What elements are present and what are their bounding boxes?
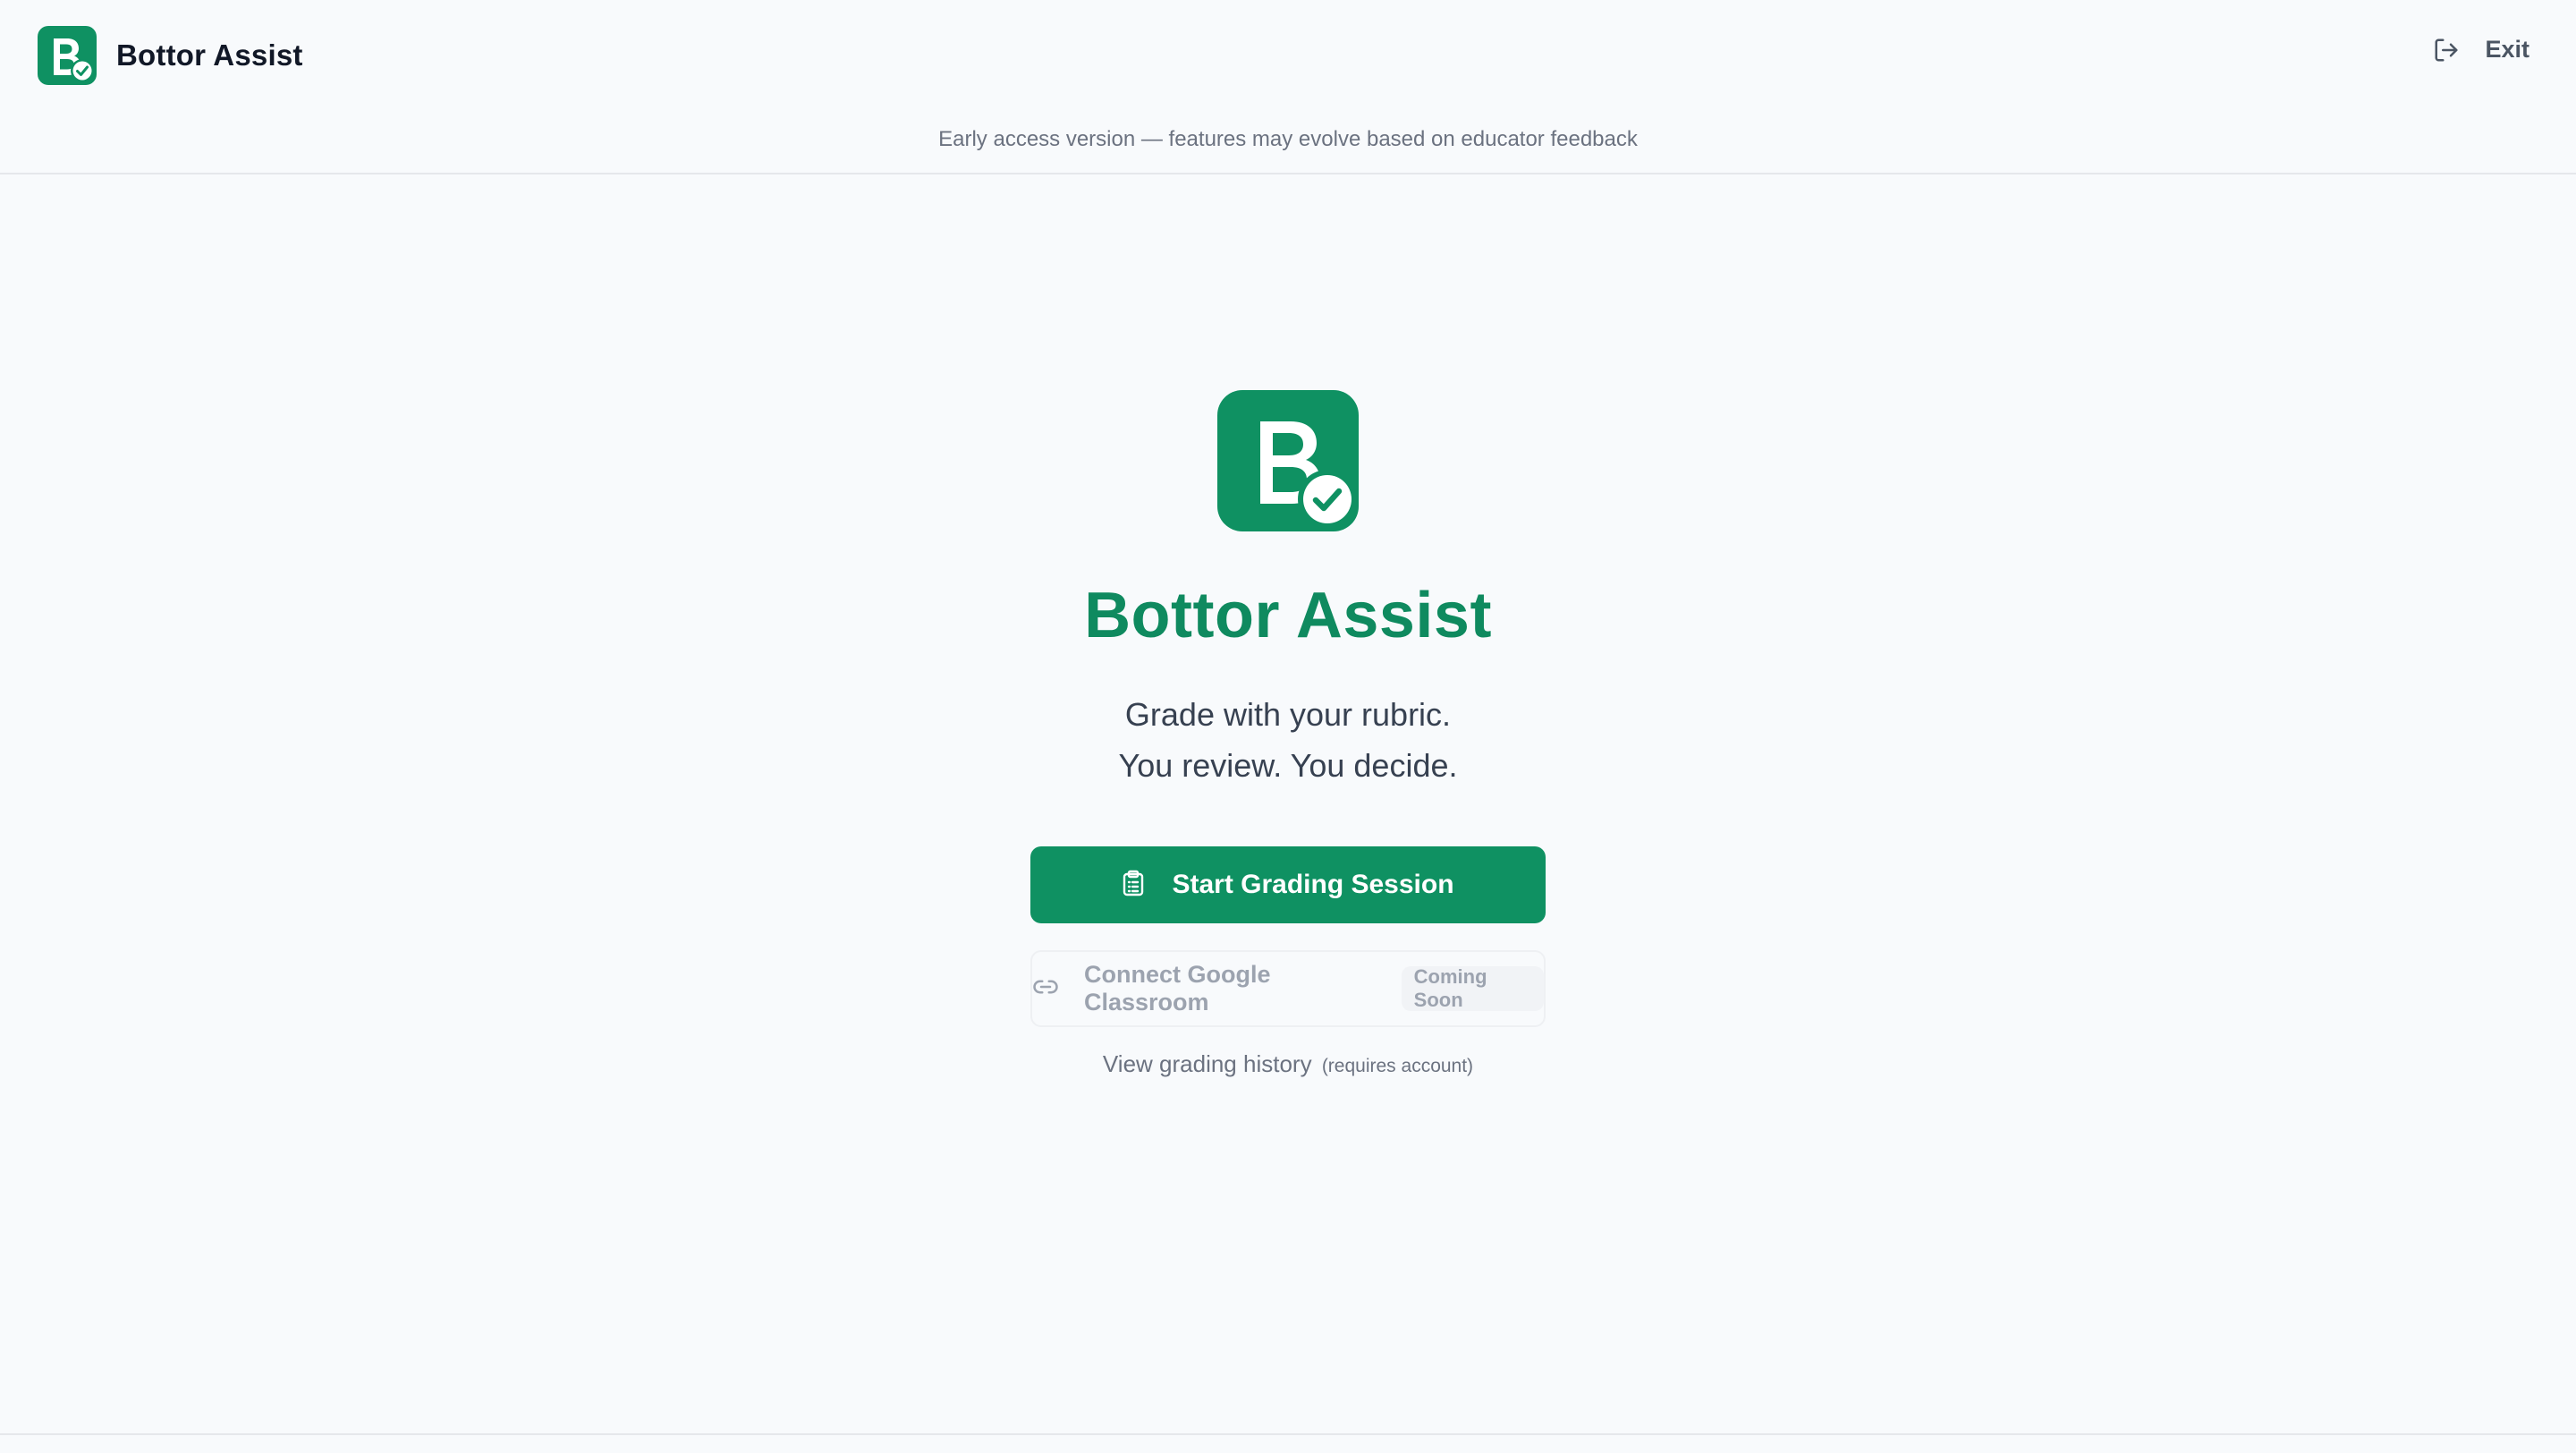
link-icon xyxy=(1032,973,1059,1005)
tagline-line-1: Grade with your rubric. xyxy=(1124,696,1452,733)
connect-google-classroom-button: Connect Google Classroom Coming Soon xyxy=(1030,950,1546,1027)
brand-name: Bottor Assist xyxy=(116,38,303,72)
footer-divider xyxy=(0,1433,2576,1435)
hero-title: Bottor Assist xyxy=(1084,580,1492,651)
view-grading-history-link[interactable]: View grading history (requires account) xyxy=(1103,1050,1473,1078)
hero: Bottor Assist Grade with your rubric. Yo… xyxy=(0,390,2576,1078)
connect-google-classroom-label: Connect Google Classroom xyxy=(1084,961,1271,1015)
tagline: Grade with your rubric. You review. You … xyxy=(1119,689,1458,791)
page: Bottor Assist Exit Early access version … xyxy=(0,0,2576,1453)
exit-label: Exit xyxy=(2485,36,2529,63)
coming-soon-badge: Coming Soon xyxy=(1401,965,1544,1011)
early-access-notice: Early access version — features may evol… xyxy=(938,127,1638,151)
start-grading-button[interactable]: Start Grading Session xyxy=(1030,846,1546,923)
brand[interactable]: Bottor Assist xyxy=(38,26,303,85)
history-link-note: (requires account) xyxy=(1321,1056,1474,1076)
exit-button[interactable]: Exit xyxy=(2433,36,2529,64)
start-grading-label: Start Grading Session xyxy=(1172,870,1454,899)
tagline-line-2: You review. You decide. xyxy=(1118,747,1458,784)
bottor-logo-icon xyxy=(38,26,97,85)
app-header: Bottor Assist Exit Early access version … xyxy=(0,0,2576,174)
clipboard-icon xyxy=(1122,870,1145,901)
history-link-label: View grading history xyxy=(1102,1050,1312,1077)
hero-logo-icon xyxy=(1217,390,1359,531)
exit-icon xyxy=(2433,37,2460,64)
